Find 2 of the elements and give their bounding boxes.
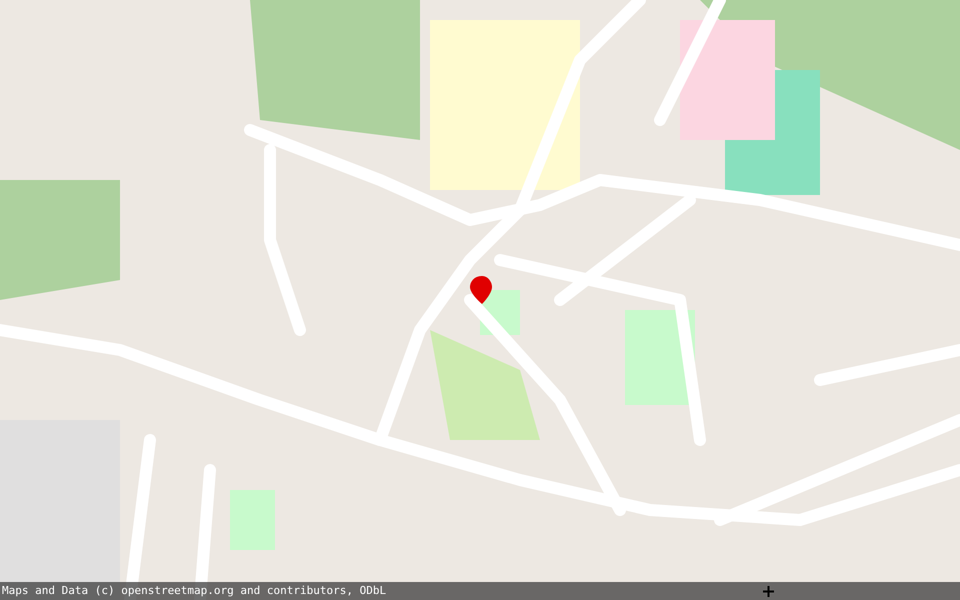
attribution-text: Maps and Data (c) openstreetmap.org and contributors, ODbL (2, 582, 386, 599)
crosshair-icon (763, 586, 774, 596)
